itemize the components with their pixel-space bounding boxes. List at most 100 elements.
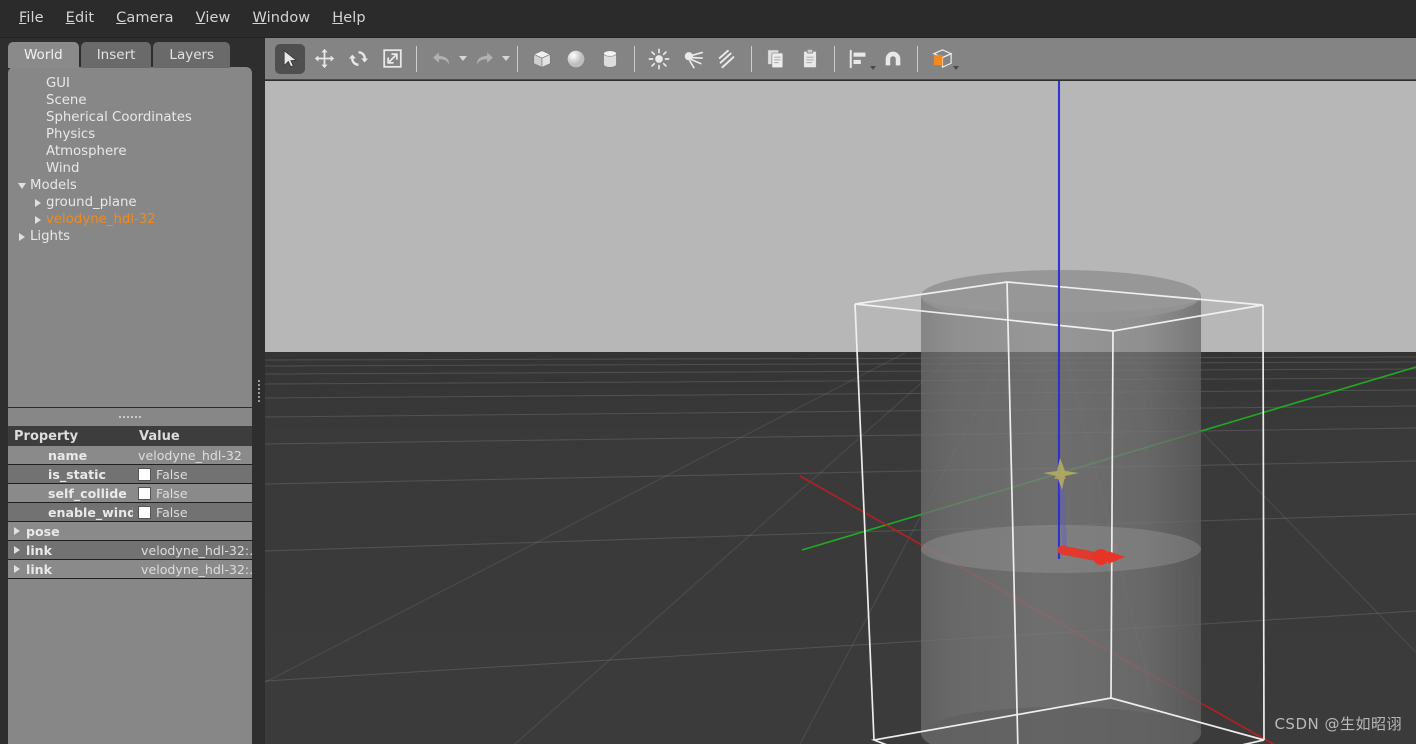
property-value-cell[interactable]: velodyne_hdl-32:… (133, 543, 252, 558)
menu-item-window[interactable]: Window (241, 7, 321, 30)
menu-item-view[interactable]: View (185, 7, 242, 30)
chevron-right-icon[interactable] (30, 194, 46, 211)
toolbar-group-add-cylinder-button (593, 44, 627, 74)
rotate-arrows-icon (348, 48, 369, 69)
property-name: pose (26, 523, 60, 539)
property-row-link-1[interactable]: link velodyne_hdl-32:… (8, 541, 252, 560)
tree-item-physics[interactable]: Physics (8, 126, 252, 143)
world-tree-panel[interactable]: GUI Scene Spherical Coordinates Physics Atmo… (8, 67, 252, 407)
property-value: False (156, 466, 188, 482)
property-row-link-2[interactable]: link velodyne_hdl-32:… (8, 560, 252, 579)
gazebo-window: File Edit Camera View Window Help World I… (0, 0, 1416, 744)
property-table-header: Property Value (8, 426, 252, 446)
horizontal-splitter[interactable] (8, 408, 252, 426)
property-row-enable_wind[interactable]: enable_wind False (8, 503, 252, 522)
property-rows: name velodyne_hdl-32 is_static False self_co… (8, 446, 252, 579)
tree-item-atmosphere[interactable]: Atmosphere (8, 143, 252, 160)
add-box-button[interactable] (527, 44, 557, 74)
redo-arrow-icon (474, 48, 495, 69)
toolbar-group-copy-button (759, 44, 793, 74)
checkbox-self_collide[interactable] (138, 486, 151, 500)
select-mode-button[interactable] (275, 43, 305, 74)
tree-item-label: Spherical Coordinates (46, 110, 192, 125)
scale-mode-button[interactable] (377, 44, 407, 74)
property-value-cell[interactable]: False (133, 505, 252, 520)
add-point-light-button[interactable] (644, 44, 674, 74)
chevron-right-icon[interactable] (14, 228, 30, 245)
tree-item-label: Lights (30, 229, 71, 244)
rotate-mode-button[interactable] (343, 44, 373, 74)
chevron-down-icon[interactable] (502, 56, 510, 61)
scale-icon (382, 48, 403, 69)
tree-item-label: velodyne_hdl-32 (46, 212, 156, 227)
menu-item-file[interactable]: File (8, 7, 55, 30)
checkbox-enable_wind[interactable] (138, 505, 151, 519)
property-value: velodyne_hdl-32:… (141, 542, 252, 558)
tree-item-wind[interactable]: Wind (8, 160, 252, 177)
property-name-cell: link (8, 562, 133, 577)
add-spot-light-button[interactable] (678, 44, 708, 74)
world-tree: GUI Scene Spherical Coordinates Physics Atmo… (8, 67, 252, 245)
tab-world[interactable]: World (8, 42, 79, 68)
tree-item-spherical-coordinates[interactable]: Spherical Coordinates (8, 109, 252, 126)
cursor-arrow-icon (280, 49, 300, 69)
tree-item-ground-plane[interactable]: ground_plane (8, 194, 252, 211)
render-viewport-3d[interactable]: CSDN @生如昭诩 (265, 81, 1416, 744)
translate-mode-button[interactable] (309, 44, 339, 74)
property-row-pose[interactable]: pose (8, 522, 252, 541)
tree-item-label: Scene (46, 93, 87, 108)
view-angle-cube-icon (931, 47, 954, 70)
chevron-right-icon[interactable] (14, 565, 20, 573)
copy-button[interactable] (761, 44, 791, 74)
undo-button (426, 44, 456, 74)
menu-item-edit[interactable]: Edit (55, 7, 105, 30)
add-dir-light-button[interactable] (712, 44, 742, 74)
property-name-cell: is_static (48, 466, 106, 482)
toolbar-group-add-dir-light-button (710, 44, 744, 74)
copy-icon (765, 48, 787, 70)
vertical-splitter[interactable] (252, 38, 265, 744)
tree-item-label: Physics (46, 127, 96, 142)
checkbox-is_static[interactable] (138, 467, 151, 481)
tab-layers[interactable]: Layers (153, 42, 231, 68)
property-value-cell[interactable]: velodyne_hdl-32 (133, 448, 252, 463)
property-table[interactable]: Property Value name velodyne_hdl-32 is_sta… (8, 426, 252, 744)
tree-item-models[interactable]: Models (8, 177, 252, 194)
toolbar-group-add-spot-light-button (676, 44, 710, 74)
align-button[interactable] (844, 44, 874, 74)
header-value: Value (139, 428, 180, 444)
main-toolbar (265, 38, 1416, 80)
property-value-cell[interactable]: velodyne_hdl-32:… (133, 562, 252, 577)
tree-item-scene[interactable]: Scene (8, 92, 252, 109)
snap-button[interactable] (878, 44, 908, 74)
tree-item-gui[interactable]: GUI (8, 75, 252, 92)
property-name-cell: pose (8, 524, 133, 539)
point-light-icon (648, 48, 670, 70)
property-value-cell[interactable]: False (133, 486, 252, 501)
property-row-is_static[interactable]: is_static False (8, 465, 252, 484)
tree-item-lights[interactable]: Lights (8, 228, 252, 245)
property-row-name[interactable]: name velodyne_hdl-32 (8, 446, 252, 465)
chevron-down-icon[interactable] (14, 177, 30, 194)
menu-item-camera[interactable]: Camera (105, 7, 185, 30)
box-icon (531, 48, 553, 70)
property-row-self_collide[interactable]: self_collide False (8, 484, 252, 503)
chevron-down-icon[interactable] (459, 56, 467, 61)
chevron-right-icon[interactable] (14, 527, 20, 535)
header-property: Property (14, 428, 79, 444)
toolbar-separator-1 (416, 45, 417, 72)
add-cylinder-button[interactable] (595, 44, 625, 74)
property-value-cell[interactable]: False (133, 467, 252, 482)
tree-item-velodyne-hdl-32[interactable]: velodyne_hdl-32 (8, 211, 252, 228)
toolbar-group-add-sphere-button (559, 44, 593, 74)
paste-button[interactable] (795, 44, 825, 74)
property-name-cell: enable_wind (48, 504, 133, 520)
menu-item-help[interactable]: Help (321, 7, 376, 30)
chevron-right-icon[interactable] (14, 546, 20, 554)
tab-insert[interactable]: Insert (80, 42, 152, 68)
chevron-right-icon[interactable] (30, 211, 46, 228)
view-angle-button[interactable] (927, 44, 957, 74)
paste-icon (799, 48, 821, 70)
add-sphere-button[interactable] (561, 44, 591, 74)
